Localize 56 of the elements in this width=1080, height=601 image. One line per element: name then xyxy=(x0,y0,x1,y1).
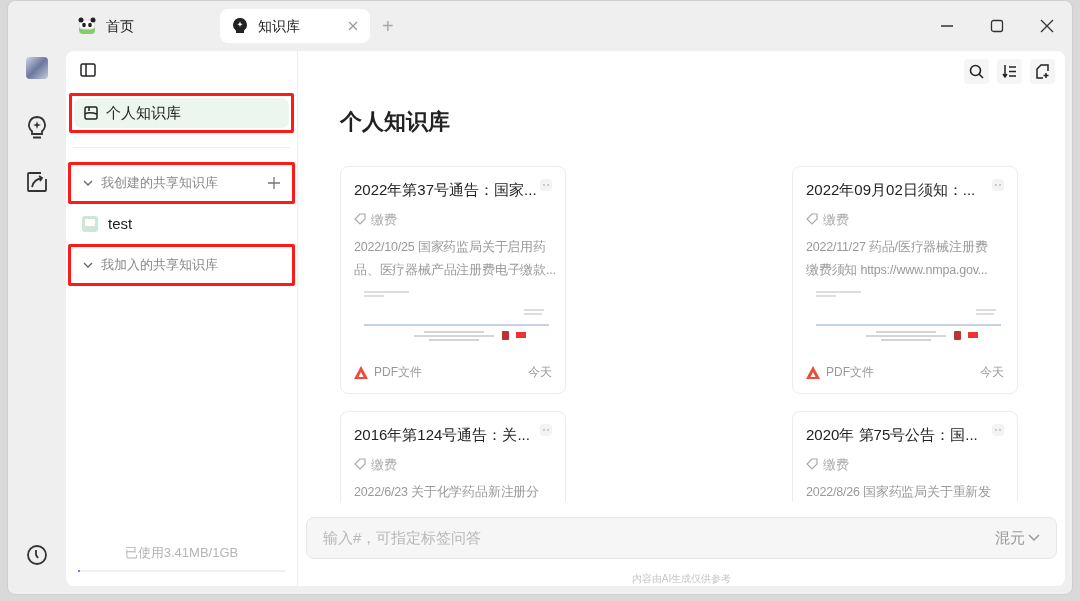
history-icon[interactable] xyxy=(26,544,48,566)
chevron-down-icon xyxy=(1028,534,1040,543)
card-summary-line: 2022/11/27 药品/医疗器械注册费 xyxy=(806,239,989,256)
tab[interactable]: 知识库 xyxy=(220,9,370,43)
tag-icon xyxy=(806,458,818,471)
panda-icon xyxy=(78,17,96,35)
sidebar-toggle-icon[interactable] xyxy=(80,63,96,77)
card-date: 今天 xyxy=(528,364,552,381)
file-type-label: PDF文件 xyxy=(374,364,422,381)
question-field[interactable]: 输入#，可指定标签问答 xyxy=(323,526,995,550)
tag-icon xyxy=(354,213,366,226)
bulb-icon xyxy=(232,17,248,35)
card-summary-line: 2022/8/26 国家药监局关于重新发 xyxy=(806,484,993,501)
bulb-icon[interactable] xyxy=(25,115,49,141)
close-tab-icon[interactable] xyxy=(348,21,358,31)
tag-label: 缴费 xyxy=(823,210,849,229)
file-type-label: PDF文件 xyxy=(826,364,874,381)
document-card[interactable]: 2022年09月02日须知：... 缴费 2022/11/27 药品/医疗器械注册费 缴费须知 https://www.nmpa.gov... PDF文件 今天 xyxy=(792,166,1018,394)
sort-button[interactable] xyxy=(997,59,1022,84)
search-icon xyxy=(969,64,984,79)
card-title: 2022年第37号通告：国家... xyxy=(354,180,537,200)
search-button[interactable] xyxy=(964,59,989,84)
card-title: 2022年09月02日须知：... xyxy=(806,180,976,200)
sidebar-item[interactable]: test xyxy=(69,204,294,244)
add-document-icon xyxy=(1035,64,1050,79)
document-card[interactable]: 2016年第124号通告：关... 缴费 2022/6/23 关于化学药品新注册分 xyxy=(340,411,566,503)
card-title: 2016年第124号通告：关... xyxy=(354,425,530,445)
tag-label: 缴费 xyxy=(371,455,397,474)
section-header[interactable]: 我加入的共享知识库 xyxy=(73,249,290,281)
chevron-down-icon xyxy=(83,180,93,186)
chevron-down-icon xyxy=(83,262,93,268)
document-card[interactable]: 2020年 第75号公告：国... 缴费 2022/8/26 国家药监局关于重新发 xyxy=(792,411,1018,503)
card-summary-line: 缴费须知 https://www.nmpa.gov... xyxy=(806,262,989,279)
document-card[interactable]: 2022年第37号通告：国家... 缴费 2022/10/25 国家药监局关于启用药 品、医疗器械产品注册费电子缴款... PDF文件 今天 xyxy=(340,166,566,394)
new-document-button[interactable] xyxy=(1030,59,1055,84)
tag-label: 缴费 xyxy=(823,455,849,474)
card-summary-line: 2022/10/25 国家药监局关于启用药 xyxy=(354,239,547,256)
tab[interactable]: 首页 xyxy=(66,9,216,43)
tag-label: 缴费 xyxy=(371,210,397,229)
avatar[interactable] xyxy=(26,57,48,79)
pdf-icon xyxy=(806,365,820,379)
page-title: 个人知识库 xyxy=(340,108,451,136)
section-header[interactable]: 我创建的共享知识库 xyxy=(73,167,290,199)
card-summary-line: 2022/6/23 关于化学药品新注册分 xyxy=(354,484,541,501)
close-icon[interactable] xyxy=(1040,19,1054,33)
pdf-icon xyxy=(354,365,368,379)
card-date: 今天 xyxy=(980,364,1004,381)
storage-usage-text: 已使用3.41MB/1GB xyxy=(124,543,239,562)
folder-icon xyxy=(82,216,98,232)
tag-icon xyxy=(354,458,366,471)
add-icon[interactable] xyxy=(268,177,280,189)
sidebar-item[interactable]: 个人知识库 xyxy=(74,98,289,128)
tag-icon xyxy=(806,213,818,226)
card-title: 2020年 第75号公告：国... xyxy=(806,425,978,445)
maximize-icon[interactable] xyxy=(990,19,1004,33)
sort-icon xyxy=(1002,64,1017,79)
